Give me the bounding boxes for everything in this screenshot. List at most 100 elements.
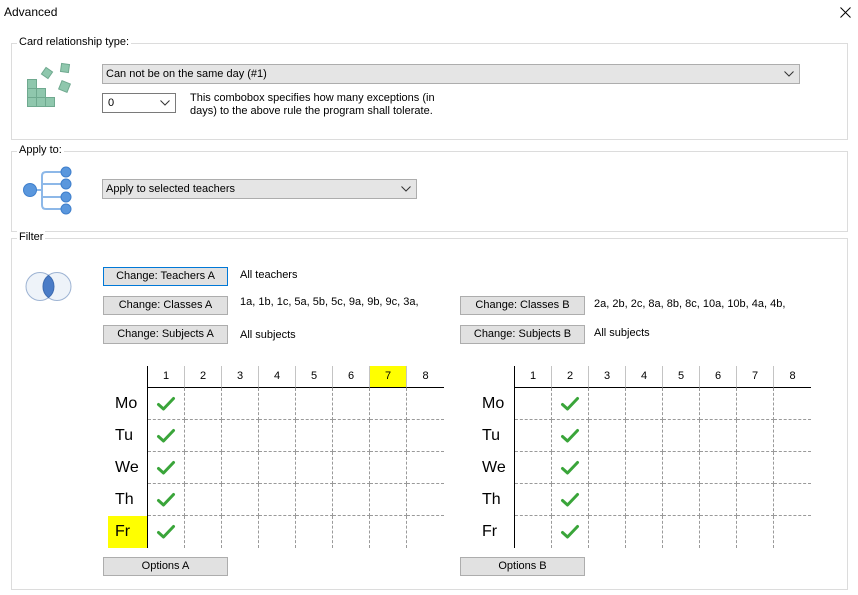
slot-cell-mo-6[interactable] xyxy=(700,388,737,420)
change-classes-a-button[interactable]: Change: Classes A xyxy=(103,296,228,315)
close-button[interactable] xyxy=(831,0,858,24)
slot-cell-th-6[interactable] xyxy=(333,484,370,516)
slot-cell-fr-5[interactable] xyxy=(663,516,700,548)
slot-cell-tu-8[interactable] xyxy=(774,420,811,452)
period-header-6[interactable]: 6 xyxy=(700,366,737,388)
day-label-tu[interactable]: Tu xyxy=(108,420,148,452)
slot-cell-th-1[interactable] xyxy=(515,484,552,516)
slot-cell-tu-6[interactable] xyxy=(700,420,737,452)
slot-cell-we-2[interactable] xyxy=(185,452,222,484)
day-label-th[interactable]: Th xyxy=(475,484,515,516)
slot-cell-mo-2[interactable] xyxy=(185,388,222,420)
slot-cell-we-7[interactable] xyxy=(370,452,407,484)
slot-cell-fr-3[interactable] xyxy=(222,516,259,548)
slot-cell-we-4[interactable] xyxy=(259,452,296,484)
slot-cell-tu-7[interactable] xyxy=(737,420,774,452)
period-header-4[interactable]: 4 xyxy=(626,366,663,388)
slot-cell-mo-1[interactable] xyxy=(148,388,185,420)
slot-cell-tu-5[interactable] xyxy=(663,420,700,452)
slot-cell-tu-2[interactable] xyxy=(185,420,222,452)
day-label-we[interactable]: We xyxy=(475,452,515,484)
slot-cell-we-2[interactable] xyxy=(552,452,589,484)
period-header-2[interactable]: 2 xyxy=(185,366,222,388)
relationship-type-select[interactable]: Can not be on the same day (#1) xyxy=(102,64,800,84)
slot-cell-th-3[interactable] xyxy=(222,484,259,516)
period-header-5[interactable]: 5 xyxy=(663,366,700,388)
slot-cell-we-3[interactable] xyxy=(222,452,259,484)
period-header-2[interactable]: 2 xyxy=(552,366,589,388)
slot-cell-th-4[interactable] xyxy=(259,484,296,516)
slot-cell-mo-8[interactable] xyxy=(774,388,811,420)
slot-cell-we-4[interactable] xyxy=(626,452,663,484)
slot-cell-mo-4[interactable] xyxy=(626,388,663,420)
period-header-5[interactable]: 5 xyxy=(296,366,333,388)
day-label-mo[interactable]: Mo xyxy=(475,388,515,420)
slot-cell-fr-8[interactable] xyxy=(407,516,444,548)
day-label-fr[interactable]: Fr xyxy=(108,516,148,548)
slot-cell-we-5[interactable] xyxy=(663,452,700,484)
period-header-6[interactable]: 6 xyxy=(333,366,370,388)
slot-cell-mo-5[interactable] xyxy=(663,388,700,420)
change-subjects-a-button[interactable]: Change: Subjects A xyxy=(103,325,228,344)
slot-cell-th-6[interactable] xyxy=(700,484,737,516)
slot-cell-fr-4[interactable] xyxy=(626,516,663,548)
slot-cell-th-2[interactable] xyxy=(552,484,589,516)
slot-cell-fr-6[interactable] xyxy=(700,516,737,548)
slot-cell-th-1[interactable] xyxy=(148,484,185,516)
slot-cell-we-8[interactable] xyxy=(407,452,444,484)
slot-cell-fr-6[interactable] xyxy=(333,516,370,548)
period-header-4[interactable]: 4 xyxy=(259,366,296,388)
day-label-we[interactable]: We xyxy=(108,452,148,484)
slot-cell-mo-2[interactable] xyxy=(552,388,589,420)
slot-cell-we-7[interactable] xyxy=(737,452,774,484)
slot-cell-mo-4[interactable] xyxy=(259,388,296,420)
slot-cell-th-7[interactable] xyxy=(370,484,407,516)
slot-cell-tu-4[interactable] xyxy=(259,420,296,452)
period-header-8[interactable]: 8 xyxy=(774,366,811,388)
slot-cell-we-3[interactable] xyxy=(589,452,626,484)
options-b-button[interactable]: Options B xyxy=(460,557,585,576)
slot-cell-mo-7[interactable] xyxy=(370,388,407,420)
slot-cell-mo-3[interactable] xyxy=(589,388,626,420)
slot-cell-mo-6[interactable] xyxy=(333,388,370,420)
period-header-1[interactable]: 1 xyxy=(148,366,185,388)
change-teachers-a-button[interactable]: Change: Teachers A xyxy=(103,267,228,286)
slot-cell-th-8[interactable] xyxy=(774,484,811,516)
slot-cell-mo-5[interactable] xyxy=(296,388,333,420)
day-label-th[interactable]: Th xyxy=(108,484,148,516)
period-header-3[interactable]: 3 xyxy=(222,366,259,388)
slot-cell-fr-1[interactable] xyxy=(515,516,552,548)
slot-cell-tu-7[interactable] xyxy=(370,420,407,452)
slot-cell-tu-1[interactable] xyxy=(515,420,552,452)
slot-cell-tu-4[interactable] xyxy=(626,420,663,452)
period-header-1[interactable]: 1 xyxy=(515,366,552,388)
slot-cell-fr-8[interactable] xyxy=(774,516,811,548)
slot-cell-we-1[interactable] xyxy=(515,452,552,484)
slot-cell-fr-1[interactable] xyxy=(148,516,185,548)
apply-to-select[interactable]: Apply to selected teachers xyxy=(102,179,417,199)
slot-cell-th-4[interactable] xyxy=(626,484,663,516)
exceptions-select[interactable]: 0 xyxy=(102,93,176,113)
slot-cell-th-3[interactable] xyxy=(589,484,626,516)
slot-cell-tu-3[interactable] xyxy=(222,420,259,452)
slot-cell-fr-2[interactable] xyxy=(552,516,589,548)
slot-cell-fr-5[interactable] xyxy=(296,516,333,548)
slot-cell-fr-2[interactable] xyxy=(185,516,222,548)
slot-cell-fr-7[interactable] xyxy=(737,516,774,548)
slot-cell-mo-7[interactable] xyxy=(737,388,774,420)
slot-cell-we-8[interactable] xyxy=(774,452,811,484)
period-header-7[interactable]: 7 xyxy=(370,366,407,388)
change-classes-b-button[interactable]: Change: Classes B xyxy=(460,296,585,315)
slot-cell-th-5[interactable] xyxy=(663,484,700,516)
slot-cell-th-2[interactable] xyxy=(185,484,222,516)
slot-cell-fr-4[interactable] xyxy=(259,516,296,548)
period-header-3[interactable]: 3 xyxy=(589,366,626,388)
slot-cell-we-6[interactable] xyxy=(333,452,370,484)
slot-cell-fr-3[interactable] xyxy=(589,516,626,548)
slot-cell-we-6[interactable] xyxy=(700,452,737,484)
slot-cell-th-5[interactable] xyxy=(296,484,333,516)
slot-cell-we-5[interactable] xyxy=(296,452,333,484)
slot-cell-tu-2[interactable] xyxy=(552,420,589,452)
options-a-button[interactable]: Options A xyxy=(103,557,228,576)
day-label-mo[interactable]: Mo xyxy=(108,388,148,420)
